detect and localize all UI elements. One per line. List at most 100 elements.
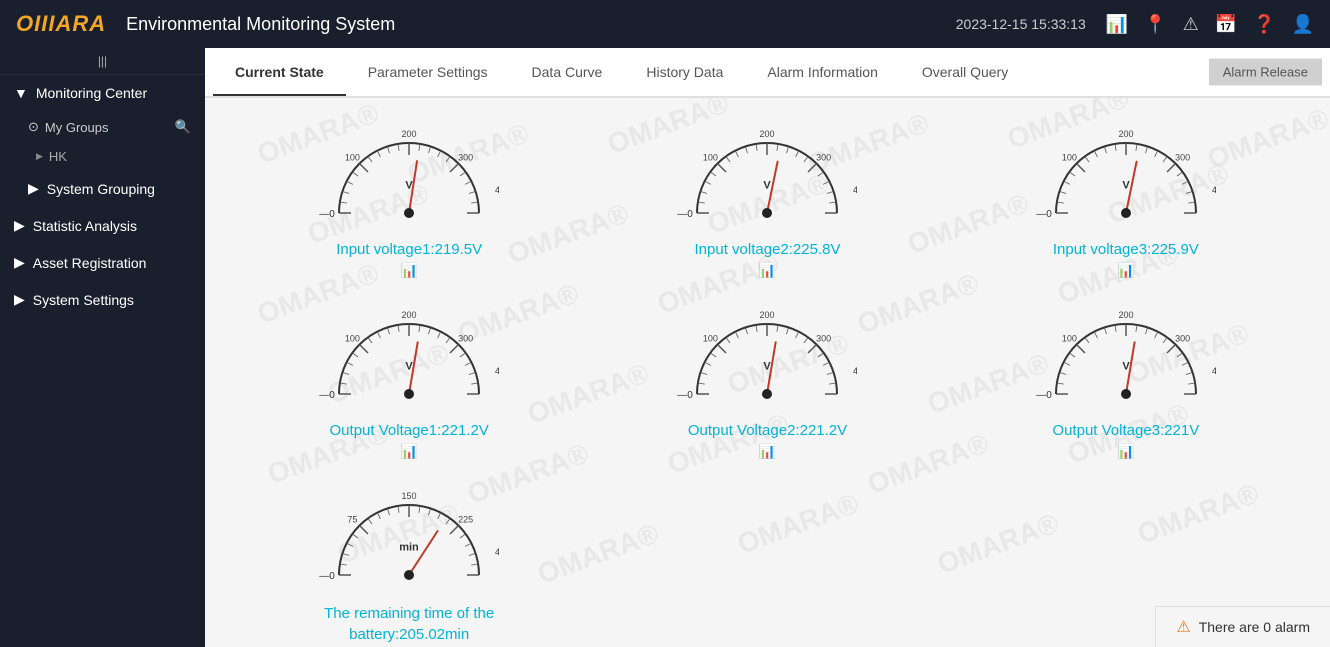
tabs-bar: Current State Parameter Settings Data Cu… <box>205 48 1330 98</box>
watermark-text: OMARA® <box>933 507 1063 580</box>
sidebar-item-system-settings[interactable]: ▶ System Settings <box>0 281 205 318</box>
watermark-text: OMARA® <box>1133 477 1263 550</box>
gauge-cell-6: 75150225 —0 400 min The remaining time o… <box>235 480 583 647</box>
gauge-label-4: Output Voltage2:221.2V <box>688 422 847 439</box>
main-layout: ||| ▼ Monitoring Center ⊙ My Groups 🔍 HK… <box>0 48 1330 647</box>
watermark-text: OMARA® <box>733 487 863 560</box>
sidebar-item-monitoring-center[interactable]: ▼ Monitoring Center <box>0 75 205 111</box>
svg-text:—0: —0 <box>678 390 694 401</box>
monitoring-center-label: Monitoring Center <box>36 85 147 101</box>
help-icon[interactable]: ❓ <box>1253 14 1275 35</box>
gauge-label-1: Input voltage2:225.8V <box>695 241 841 258</box>
sidebar-item-statistic-analysis[interactable]: ▶ Statistic Analysis <box>0 207 205 244</box>
gauge-cell-0: 100200300 —0 400 V Input voltage1:219.5V… <box>235 118 583 279</box>
gauge-chart-icon-1[interactable]: 📊 <box>759 262 776 279</box>
svg-text:300: 300 <box>817 152 832 162</box>
header-datetime: 2023-12-15 15:33:13 <box>956 16 1086 32</box>
svg-text:200: 200 <box>402 129 417 139</box>
gauge-chart-icon-2[interactable]: 📊 <box>1117 262 1134 279</box>
asset-arrow: ▶ <box>14 254 25 271</box>
svg-text:150: 150 <box>402 491 417 501</box>
content-area: Current State Parameter Settings Data Cu… <box>205 48 1330 647</box>
gauge-grid: OMARA®OMARA®OMARA®OMARA®OMARA®OMARA®OMAR… <box>205 98 1330 647</box>
sidebar: ||| ▼ Monitoring Center ⊙ My Groups 🔍 HK… <box>0 48 205 647</box>
hk-label: HK <box>49 149 67 164</box>
svg-text:—0: —0 <box>319 209 335 220</box>
gauge-cell-4: 100200300 —0 400 V Output Voltage2:221.2… <box>593 299 941 460</box>
svg-text:75: 75 <box>348 514 358 524</box>
sidebar-item-system-grouping[interactable]: ▶ System Grouping <box>0 170 205 207</box>
system-grouping-arrow: ▶ <box>28 180 39 197</box>
svg-text:min: min <box>399 542 419 554</box>
statistic-label: Statistic Analysis <box>33 218 137 234</box>
svg-text:300: 300 <box>817 333 832 343</box>
gauge-chart-icon-4[interactable]: 📊 <box>759 443 776 460</box>
svg-text:200: 200 <box>1118 310 1133 320</box>
svg-text:400: 400 <box>495 366 499 376</box>
gauge-svg: 100200300 —0 400 V <box>319 299 499 414</box>
collapse-bar: ||| <box>0 48 205 75</box>
svg-text:300: 300 <box>1175 333 1190 343</box>
gauge-svg: 100200300 —0 400 V <box>677 299 857 414</box>
tab-current-state[interactable]: Current State <box>213 50 346 96</box>
user-icon[interactable]: 👤 <box>1292 14 1314 35</box>
svg-text:—0: —0 <box>678 209 694 220</box>
location-icon[interactable]: 📍 <box>1144 14 1166 35</box>
svg-text:400: 400 <box>1212 185 1216 195</box>
gauge-cell-5: 100200300 —0 400 V Output Voltage3:221V📊 <box>952 299 1300 460</box>
collapse-button[interactable]: ||| <box>98 54 107 68</box>
gauge-chart-icon-5[interactable]: 📊 <box>1117 443 1134 460</box>
svg-text:V: V <box>764 180 772 192</box>
svg-text:100: 100 <box>703 333 718 343</box>
svg-text:400: 400 <box>1212 366 1216 376</box>
logo: OIIIARA <box>16 11 106 37</box>
svg-text:—0: —0 <box>1036 209 1052 220</box>
svg-text:400: 400 <box>495 547 499 557</box>
gauge-label-3: Output Voltage1:221.2V <box>330 422 489 439</box>
tab-data-curve[interactable]: Data Curve <box>510 50 625 96</box>
svg-text:—0: —0 <box>1036 390 1052 401</box>
tab-alarm-information[interactable]: Alarm Information <box>745 50 899 96</box>
chart-icon[interactable]: 📊 <box>1106 14 1128 35</box>
svg-text:100: 100 <box>1062 333 1077 343</box>
asset-label: Asset Registration <box>33 255 147 271</box>
gauge-svg: 100200300 —0 400 V <box>319 118 499 233</box>
gauge-cell-3: 100200300 —0 400 V Output Voltage1:221.2… <box>235 299 583 460</box>
gauge-chart-icon-0[interactable]: 📊 <box>400 262 417 279</box>
header: OIIIARA Environmental Monitoring System … <box>0 0 1330 48</box>
my-groups-label: My Groups <box>45 120 109 135</box>
svg-text:200: 200 <box>1118 129 1133 139</box>
svg-text:400: 400 <box>495 185 499 195</box>
alarm-icon[interactable]: ⚠ <box>1183 14 1199 35</box>
svg-text:300: 300 <box>458 333 473 343</box>
gauge-svg: 75150225 —0 400 min <box>319 480 499 595</box>
gauge-cell-1: 100 200 300 —0 400 V Input voltage2:225.8V… <box>593 118 941 279</box>
my-groups-icon: ⊙ <box>28 119 39 135</box>
alarm-release-button[interactable]: Alarm Release <box>1209 59 1322 86</box>
tab-parameter-settings[interactable]: Parameter Settings <box>346 50 510 96</box>
gauge-cell-2: 100200300 —0 400 V Input voltage3:225.9V… <box>952 118 1300 279</box>
svg-text:225: 225 <box>458 514 473 524</box>
tab-overall-query[interactable]: Overall Query <box>900 50 1030 96</box>
sidebar-item-my-groups[interactable]: ⊙ My Groups 🔍 <box>0 111 205 143</box>
alarm-bar-text: There are 0 alarm <box>1199 619 1310 635</box>
svg-text:100: 100 <box>703 152 718 162</box>
svg-text:200: 200 <box>760 310 775 320</box>
gauge-chart-icon-3[interactable]: 📊 <box>400 443 417 460</box>
search-icon[interactable]: 🔍 <box>175 119 191 135</box>
header-title: Environmental Monitoring System <box>126 14 956 35</box>
gauge-svg: 100 200 300 —0 400 V <box>677 118 857 233</box>
gauge-label-0: Input voltage1:219.5V <box>336 241 482 258</box>
svg-text:400: 400 <box>853 185 857 195</box>
svg-text:100: 100 <box>1062 152 1077 162</box>
tab-history-data[interactable]: History Data <box>624 50 745 96</box>
svg-text:400: 400 <box>853 366 857 376</box>
calendar-icon[interactable]: 📅 <box>1215 14 1237 35</box>
svg-text:200: 200 <box>402 310 417 320</box>
svg-text:100: 100 <box>345 333 360 343</box>
gauge-svg: 100200300 —0 400 V <box>1036 118 1216 233</box>
monitoring-center-arrow: ▼ <box>14 85 28 101</box>
sidebar-item-hk[interactable]: HK <box>0 143 205 170</box>
svg-text:200: 200 <box>760 129 775 139</box>
sidebar-item-asset-registration[interactable]: ▶ Asset Registration <box>0 244 205 281</box>
